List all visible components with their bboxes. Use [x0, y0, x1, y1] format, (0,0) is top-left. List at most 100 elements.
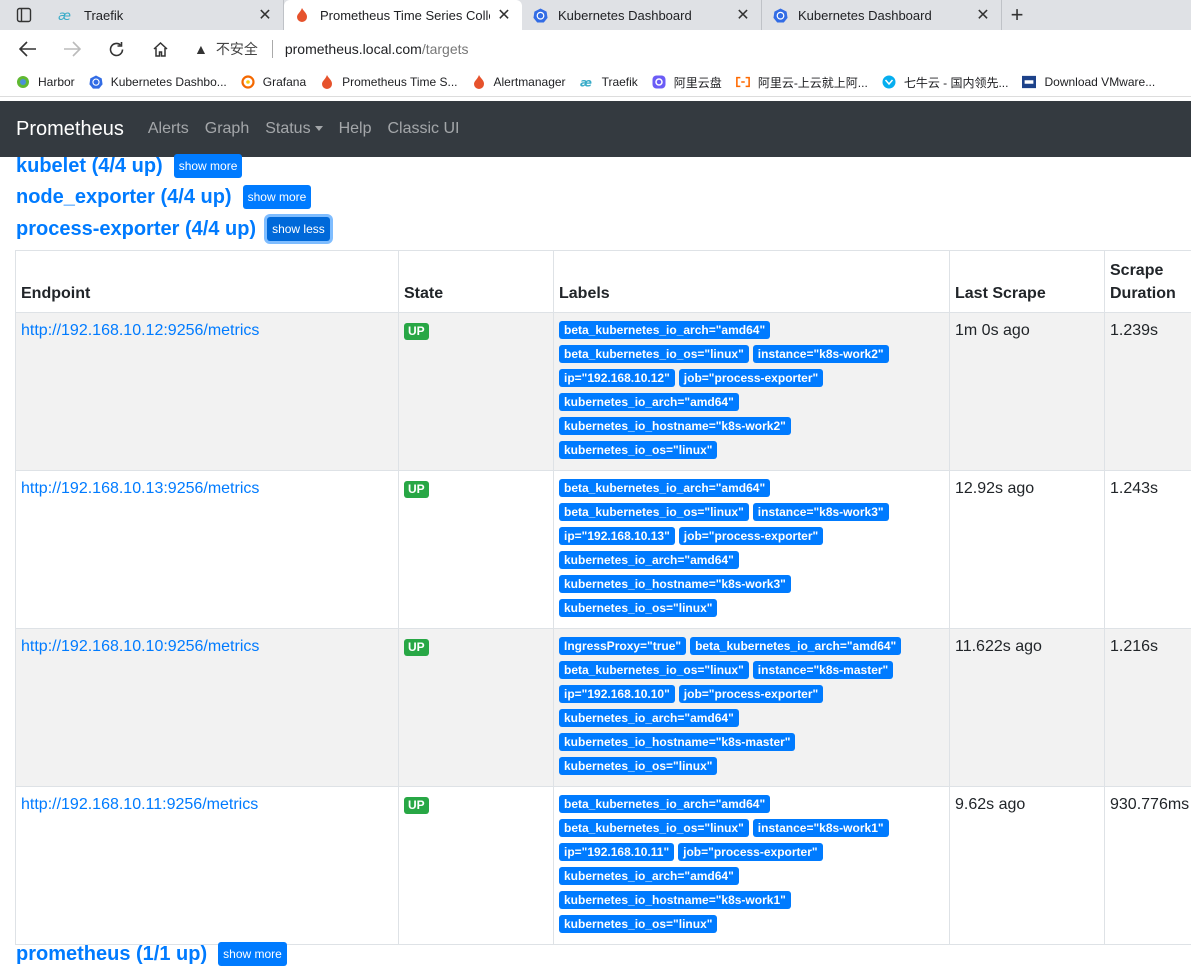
- section-process-exporter: process-exporter (4/4 up) show less: [16, 217, 330, 241]
- label-badge: beta_kubernetes_io_os="linux": [559, 503, 749, 521]
- browser-tab-bar: æ Traefik ✕ Prometheus Time Series Colle…: [0, 0, 1191, 30]
- state-cell: UP: [398, 628, 554, 787]
- state-badge: UP: [404, 639, 429, 656]
- aliyun-drive-icon: [652, 75, 666, 89]
- tab-traefik[interactable]: æ Traefik ✕: [48, 0, 284, 30]
- label-badge: beta_kubernetes_io_arch="amd64": [690, 637, 902, 655]
- bookmark-kubernetes-dashboard[interactable]: Kubernetes Dashbo...: [89, 75, 227, 89]
- back-arrow-icon[interactable]: [6, 30, 50, 68]
- state-cell: UP: [398, 312, 554, 471]
- label-badge: instance="k8s-work2": [752, 345, 889, 363]
- close-icon[interactable]: ✕: [496, 5, 512, 25]
- show-less-button[interactable]: show less: [267, 217, 330, 241]
- close-icon[interactable]: ✕: [257, 5, 273, 25]
- address-toolbar: ▲ 不安全 prometheus.local.com/targets: [0, 30, 1191, 68]
- tab-kubernetes-dashboard-1[interactable]: Kubernetes Dashboard ✕: [522, 0, 762, 30]
- label-badge: beta_kubernetes_io_os="linux": [559, 345, 749, 363]
- nav-help[interactable]: Help: [339, 120, 372, 138]
- section-title[interactable]: prometheus (1/1 up): [16, 943, 207, 966]
- bookmark-alertmanager[interactable]: Alertmanager: [472, 75, 566, 89]
- labels-list: beta_kubernetes_io_arch="amd64" beta_kube…: [559, 479, 939, 623]
- label-badge: kubernetes_io_os="linux": [559, 757, 718, 775]
- label-badge: kubernetes_io_hostname="k8s-work1": [559, 891, 791, 909]
- close-icon[interactable]: ✕: [975, 5, 991, 25]
- table-row: http://192.168.10.11:9256/metrics UP beta_…: [15, 786, 1191, 945]
- reload-icon[interactable]: [94, 30, 138, 68]
- close-icon[interactable]: ✕: [735, 5, 751, 25]
- alertmanager-icon: [472, 75, 486, 89]
- endpoint-link[interactable]: http://192.168.10.11:9256/metrics: [21, 796, 258, 813]
- state-badge: UP: [404, 481, 429, 498]
- state-cell: UP: [398, 470, 554, 629]
- label-badge: IngressProxy="true": [559, 637, 687, 655]
- table-row: http://192.168.10.12:9256/metrics UP beta_…: [15, 312, 1191, 471]
- labels-cell: beta_kubernetes_io_arch="amd64" beta_kube…: [553, 786, 950, 945]
- tab-title: Prometheus Time Series Collectio: [320, 7, 490, 23]
- show-more-button[interactable]: show more: [173, 154, 243, 178]
- col-endpoint: Endpoint: [15, 250, 399, 313]
- tab-actions-icon[interactable]: [0, 0, 48, 30]
- insecure-label[interactable]: 不安全: [216, 39, 258, 59]
- show-more-button[interactable]: show more: [242, 185, 312, 209]
- kubernetes-icon: [532, 7, 548, 23]
- duration-cell: 930.776ms: [1104, 786, 1191, 945]
- duration-cell: 1.239s: [1104, 312, 1191, 471]
- endpoint-link[interactable]: http://192.168.10.12:9256/metrics: [21, 322, 259, 339]
- tab-prometheus[interactable]: Prometheus Time Series Collectio ✕: [284, 0, 522, 30]
- svg-text:æ: æ: [580, 76, 592, 88]
- col-state: State: [398, 250, 554, 313]
- brand-logo[interactable]: Prometheus: [16, 118, 124, 141]
- prometheus-navbar: Prometheus Alerts Graph Status Help Clas…: [0, 101, 1191, 157]
- state-cell: UP: [398, 786, 554, 945]
- label-badge: instance="k8s-work1": [752, 819, 889, 837]
- bookmark-grafana[interactable]: Grafana: [241, 75, 306, 89]
- section-title[interactable]: node_exporter (4/4 up): [16, 186, 232, 209]
- nav-alerts[interactable]: Alerts: [148, 120, 189, 138]
- endpoint-link[interactable]: http://192.168.10.13:9256/metrics: [21, 480, 259, 497]
- bookmark-qiniu[interactable]: 七牛云 - 国内领先...: [882, 74, 1008, 91]
- label-badge: kubernetes_io_hostname="k8s-work2": [559, 417, 791, 435]
- endpoint-cell: http://192.168.10.12:9256/metrics: [15, 312, 399, 471]
- section-title[interactable]: process-exporter (4/4 up): [16, 218, 256, 241]
- bookmark-harbor[interactable]: Harbor: [16, 75, 75, 89]
- show-more-button[interactable]: show more: [218, 942, 287, 966]
- tab-title: Traefik: [84, 7, 124, 23]
- targets-table: Endpoint State Labels Last Scrape Scrape…: [15, 250, 1191, 945]
- label-badge: ip="192.168.10.10": [559, 685, 675, 703]
- forward-arrow-icon[interactable]: [50, 30, 94, 68]
- warning-triangle-icon[interactable]: ▲: [194, 41, 208, 57]
- nav-classic-ui[interactable]: Classic UI: [387, 120, 459, 138]
- prometheus-icon: [294, 7, 310, 23]
- tab-title: Kubernetes Dashboard: [558, 7, 692, 23]
- label-badge: kubernetes_io_arch="amd64": [559, 867, 739, 885]
- tab-kubernetes-dashboard-2[interactable]: Kubernetes Dashboard ✕: [762, 0, 1002, 30]
- url-host: prometheus.local.com: [284, 41, 422, 57]
- labels-list: beta_kubernetes_io_arch="amd64" beta_kube…: [559, 321, 939, 465]
- label-badge: ip="192.168.10.11": [559, 843, 675, 861]
- label-badge: job="process-exporter": [678, 685, 824, 703]
- new-tab-plus-icon[interactable]: +: [1002, 0, 1032, 30]
- bookmarks-bar: Harbor Kubernetes Dashbo... Grafana Prom…: [0, 68, 1191, 97]
- bookmark-traefik[interactable]: æ Traefik: [580, 75, 638, 89]
- label-badge: kubernetes_io_os="linux": [559, 915, 718, 933]
- labels-cell: beta_kubernetes_io_arch="amd64" beta_kube…: [553, 312, 950, 471]
- url-field[interactable]: ▲ 不安全 prometheus.local.com/targets: [194, 34, 1191, 64]
- grafana-icon: [241, 75, 255, 89]
- kubernetes-icon: [772, 7, 788, 23]
- nav-status[interactable]: Status: [265, 120, 323, 138]
- table-row: http://192.168.10.10:9256/metrics UP Ingre…: [15, 628, 1191, 787]
- bookmark-aliyun[interactable]: 阿里云-上云就上阿...: [735, 74, 868, 91]
- nav-graph[interactable]: Graph: [205, 120, 249, 138]
- bookmark-prometheus[interactable]: Prometheus Time S...: [320, 75, 458, 89]
- bookmark-aliyun-drive[interactable]: 阿里云盘: [652, 74, 722, 91]
- endpoint-link[interactable]: http://192.168.10.10:9256/metrics: [21, 638, 259, 655]
- home-icon[interactable]: [138, 30, 182, 68]
- caret-down-icon: [314, 126, 323, 132]
- section-title[interactable]: kubelet (4/4 up): [16, 155, 163, 178]
- bookmark-vmware[interactable]: Download VMware...: [1022, 75, 1155, 89]
- harbor-icon: [16, 75, 30, 89]
- labels-list: IngressProxy="true" beta_kubernetes_io_ar…: [559, 637, 939, 781]
- labels-list: beta_kubernetes_io_arch="amd64" beta_kube…: [559, 795, 939, 939]
- label-badge: job="process-exporter": [678, 843, 823, 861]
- last-scrape-cell: 11.622s ago: [949, 628, 1105, 787]
